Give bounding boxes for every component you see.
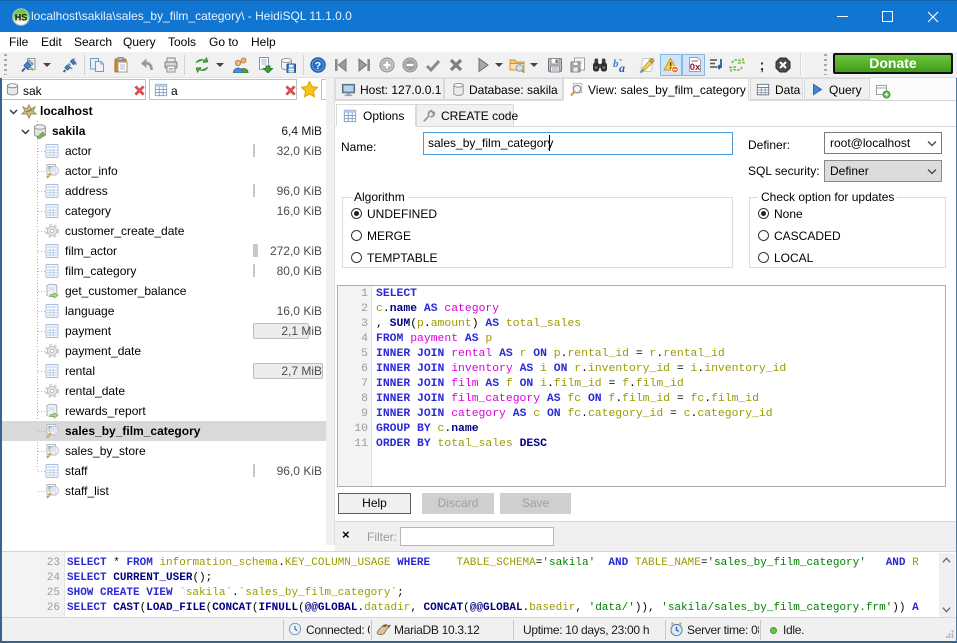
svg-text:0x: 0x <box>690 62 701 73</box>
svg-text:HS: HS <box>15 12 28 22</box>
svg-text:a: a <box>619 61 625 73</box>
svg-text:;: ; <box>760 57 765 73</box>
svg-text:?: ? <box>315 60 321 72</box>
